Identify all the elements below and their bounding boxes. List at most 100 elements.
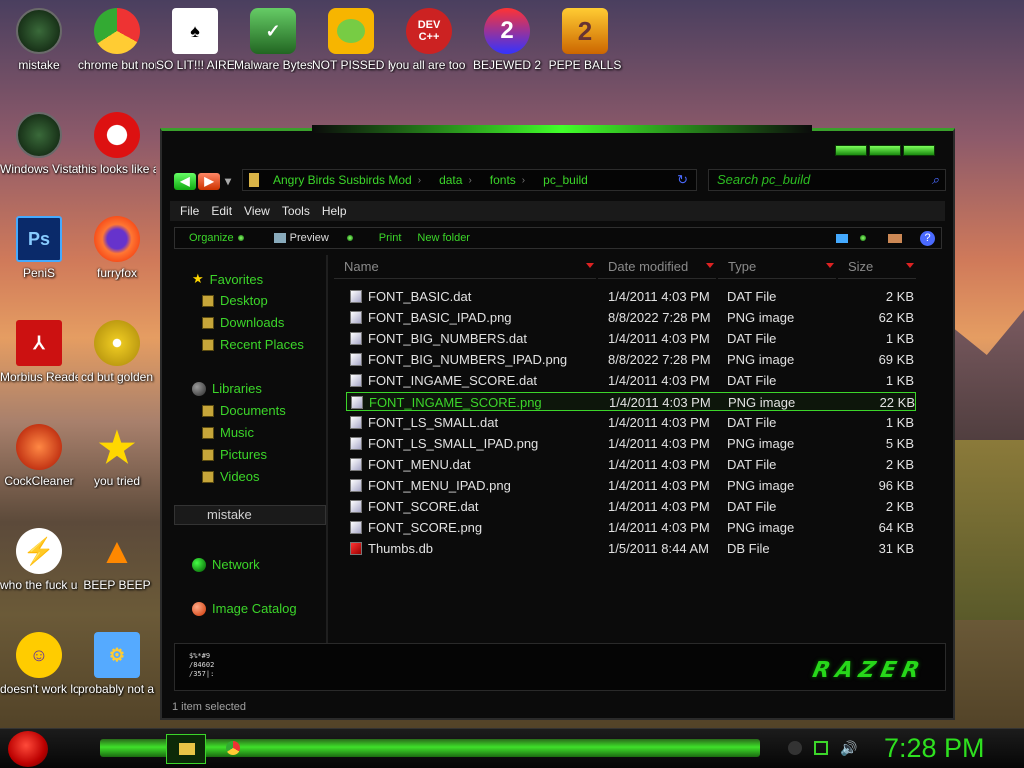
background-field	[950, 440, 1024, 620]
nav-downloads[interactable]: Downloads	[202, 315, 284, 330]
desktop-icon-winamp[interactable]: ⚡ who the fuck uses this	[0, 528, 78, 593]
desktop-icon-yahoo[interactable]: ☺ doesn't work lol	[0, 632, 78, 697]
column-header-size[interactable]: Size	[838, 255, 916, 279]
desktop-icon-devcpp[interactable]: DEV C++ you all are too stupid...	[390, 8, 468, 73]
refresh-icon[interactable]: ↻	[677, 172, 688, 188]
breadcrumb-chevron-icon[interactable]: ›	[418, 175, 421, 186]
desktop-icon-firefox[interactable]: furryfox	[78, 216, 156, 281]
view-options-icon[interactable]	[836, 233, 848, 243]
desktop-icon-vlc[interactable]: ▲ BEEP BEEP	[78, 528, 156, 593]
cone-icon: ▲	[99, 530, 135, 571]
nav-recent-places[interactable]: Recent Places	[202, 337, 304, 352]
file-type: DB File	[727, 541, 770, 556]
search-input[interactable]: Search pc_build ⌕	[708, 169, 946, 191]
menu-help[interactable]: Help	[322, 204, 347, 218]
nav-image-catalog[interactable]: Image Catalog	[192, 601, 297, 616]
file-row[interactable]: FONT_BASIC.dat 1/4/2011 4:03 PM DAT File 2 …	[346, 287, 916, 306]
nav-desktop[interactable]: Desktop	[202, 293, 268, 308]
column-header-type[interactable]: Type	[718, 255, 836, 279]
file-row[interactable]: FONT_INGAME_SCORE.dat 1/4/2011 4:03 PM DAT…	[346, 371, 916, 390]
file-row[interactable]: FONT_INGAME_SCORE.png 1/4/2011 4:03 PM PNG…	[346, 392, 916, 411]
desktop-icon-pepe[interactable]: 2 PEPE BALLS	[546, 8, 624, 73]
nav-documents[interactable]: Documents	[202, 403, 286, 418]
breadcrumb-item[interactable]: data	[439, 173, 462, 187]
new-folder-button[interactable]: New folder	[417, 232, 470, 244]
desktop-icon-chrome[interactable]: chrome but normal c...	[78, 8, 156, 73]
sort-arrow-icon[interactable]	[826, 263, 834, 268]
breadcrumb-item[interactable]: Angry Birds Susbirds Mod	[273, 173, 412, 187]
nav-pictures[interactable]: Pictures	[202, 447, 267, 462]
column-header-date[interactable]: Date modified	[598, 255, 716, 279]
close-button[interactable]	[903, 145, 935, 156]
recent-pages-chevron-icon[interactable]: ▾	[222, 173, 234, 190]
file-size: 2 KB	[885, 457, 914, 472]
nav-network[interactable]: Network	[192, 557, 260, 572]
file-icon	[350, 311, 362, 324]
file-row[interactable]: Thumbs.db 1/5/2011 8:44 AM DB File 31 KB	[346, 539, 916, 558]
view-dropdown-dot-icon[interactable]	[860, 235, 866, 241]
sort-arrow-icon[interactable]	[906, 263, 914, 268]
preview-button[interactable]: Preview	[273, 232, 353, 244]
sort-arrow-icon[interactable]	[706, 263, 714, 268]
file-row[interactable]: FONT_BASIC_IPAD.png 8/8/2022 7:28 PM PNG i…	[346, 308, 916, 327]
file-row[interactable]: FONT_BIG_NUMBERS.dat 1/4/2011 4:03 PM DAT …	[346, 329, 916, 348]
nav-videos[interactable]: Videos	[202, 469, 260, 484]
file-row[interactable]: FONT_MENU.dat 1/4/2011 4:03 PM DAT File 2 K…	[346, 455, 916, 474]
preview-pane-icon[interactable]	[888, 233, 902, 243]
taskbar-explorer-button[interactable]	[166, 734, 206, 764]
breadcrumb-item[interactable]: fonts	[490, 173, 516, 187]
maximize-button[interactable]	[869, 145, 901, 156]
file-row[interactable]: FONT_SCORE.dat 1/4/2011 4:03 PM DAT File 2 …	[346, 497, 916, 516]
desktop-icon-solitaire[interactable]: ♠ SO LIT!!! AIRE	[156, 8, 234, 73]
sort-arrow-icon[interactable]	[586, 263, 594, 268]
menu-file[interactable]: File	[180, 204, 199, 218]
search-icon[interactable]: ⌕	[932, 170, 939, 190]
nav-libraries[interactable]: Libraries	[192, 381, 262, 396]
file-icon	[350, 458, 362, 471]
file-row[interactable]: FONT_MENU_IPAD.png 1/4/2011 4:03 PM PNG im…	[346, 476, 916, 495]
desktop-icon-photoshop[interactable]: Ps PeniS	[0, 216, 78, 281]
nav-music[interactable]: Music	[202, 425, 254, 440]
network-tray-icon[interactable]	[814, 741, 828, 755]
desktop-icon-acrobat[interactable]: ⅄ Morbius Reader	[0, 320, 78, 385]
desktop-icon-cd[interactable]: cd but golden	[78, 320, 156, 385]
organize-button[interactable]: Organize	[189, 232, 244, 244]
menu-view[interactable]: View	[244, 204, 270, 218]
desktop-icon-angrybirds[interactable]: NOT PISSED B...	[312, 8, 390, 73]
desktop-icon-mistake[interactable]: mistake	[0, 8, 78, 73]
forward-arrow-icon[interactable]: ▶	[198, 173, 220, 190]
start-button[interactable]	[8, 731, 48, 767]
column-header-name[interactable]: Name	[334, 255, 596, 279]
nav-favorites[interactable]: ★ Favorites	[192, 271, 263, 287]
menu-tools[interactable]: Tools	[282, 204, 310, 218]
breadcrumb-item[interactable]: pc_build	[543, 173, 588, 187]
print-button[interactable]: Print	[379, 232, 402, 244]
desktop-icon-windows-vista[interactable]: Windows Vista	[0, 112, 78, 177]
desktop-icon-malwarebytes[interactable]: ✓ Malware Bytes	[234, 8, 312, 73]
address-bar[interactable]: Angry Birds Susbirds Mod › data › fonts › p…	[242, 169, 697, 191]
desktop-icon-opera[interactable]: this looks like a vagi...	[78, 112, 156, 177]
breadcrumb-chevron-icon[interactable]: ›	[522, 175, 525, 186]
menu-edit[interactable]: Edit	[211, 204, 232, 218]
shield-icon: ✓	[250, 8, 296, 54]
desktop-icon-bejeweled[interactable]: 2 BEJEWED 2	[468, 8, 546, 73]
nav-user-mistake[interactable]: mistake	[174, 505, 326, 525]
help-icon[interactable]: ?	[920, 230, 935, 246]
back-arrow-icon[interactable]: ◀	[174, 173, 196, 190]
file-row[interactable]: FONT_SCORE.png 1/4/2011 4:03 PM PNG image 6…	[346, 518, 916, 537]
breadcrumb-chevron-icon[interactable]: ›	[468, 175, 471, 186]
minimize-button[interactable]	[835, 145, 867, 156]
file-row[interactable]: FONT_LS_SMALL.dat 1/4/2011 4:03 PM DAT Fil…	[346, 413, 916, 432]
desktop-icon-gears[interactable]: ⚙ probably not a rogue	[78, 632, 156, 697]
file-row[interactable]: FONT_BIG_NUMBERS_IPAD.png 8/8/2022 7:28 P…	[346, 350, 916, 369]
razer-orb-icon	[16, 112, 62, 158]
volume-icon[interactable]: 🔊	[840, 741, 857, 755]
desktop-icon-star[interactable]: ★ you tried	[78, 424, 156, 489]
file-icon	[350, 332, 362, 345]
desktop-icon-ccleaner[interactable]: CockCleaner	[0, 424, 78, 489]
tray-expand-icon[interactable]	[788, 741, 802, 755]
file-row[interactable]: FONT_LS_SMALL_IPAD.png 1/4/2011 4:03 PM PN…	[346, 434, 916, 453]
taskbar-chrome-icon[interactable]	[226, 741, 240, 755]
razer-logo: RAZER	[810, 658, 928, 683]
clock[interactable]: 7:28 PM	[884, 733, 985, 764]
